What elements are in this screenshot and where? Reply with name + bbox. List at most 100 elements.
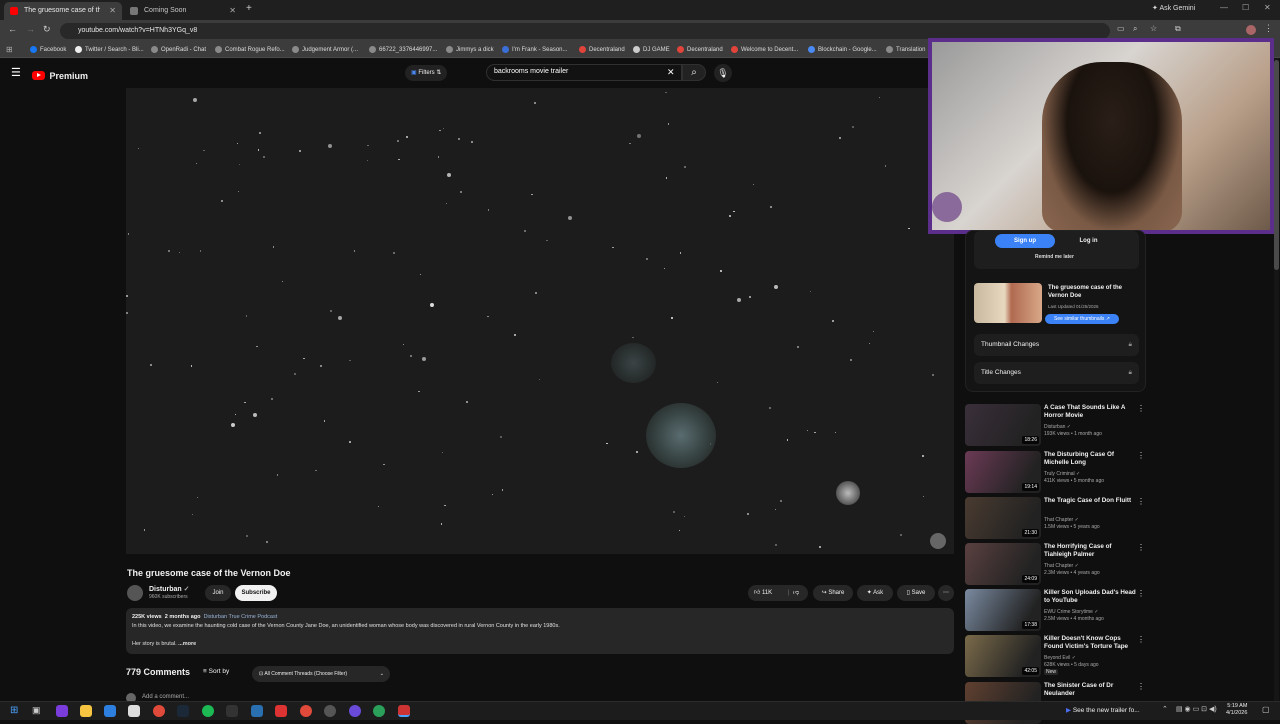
recommendation-item[interactable]: 21:30 The Tragic Case of Don Fluitt That C… [965,497,1145,539]
more-icon[interactable]: ⋮ [1137,451,1145,460]
share-button[interactable]: ↪ Share [813,585,853,601]
close-icon[interactable]: ✕ [229,2,236,20]
windows-start-icon[interactable]: ⊞ [10,705,18,716]
app-icon[interactable] [324,705,336,717]
task-view-icon[interactable]: ▣ [32,705,41,716]
bookmark-item[interactable]: Welcome to Decent... [731,42,798,58]
video-thumbnail[interactable]: 24:09 [965,543,1041,585]
thumbnail-changes-row[interactable]: Thumbnail Changes 🔒︎ [974,334,1139,356]
podcast-link[interactable]: Disturban True Crime Podcast [204,614,278,620]
steam-icon[interactable] [177,705,189,717]
recommendation-item[interactable]: 19:14 The Disturbing Case Of Michelle Lon… [965,451,1145,493]
similar-thumbnails-button[interactable]: See similar thumbnails ↗ [1045,314,1119,324]
video-thumbnail[interactable]: 17:38 [965,589,1041,631]
sort-button[interactable]: ≡ Sort by [203,668,229,675]
star-icon[interactable]: ☆ [1150,24,1157,33]
zoom-icon[interactable]: ⌕ [1133,24,1137,34]
recommendation-item[interactable]: 18:26 A Case That Sounds Like A Horror Mo… [965,404,1145,446]
ask-gemini-button[interactable]: ✦ Ask Gemini [1152,4,1195,12]
tray-chevron-icon[interactable]: ⌃ [1162,705,1168,713]
apps-icon[interactable]: ⊞ [6,45,13,54]
join-button[interactable]: Join [205,585,231,601]
video-player[interactable] [126,88,954,554]
profile-avatar[interactable] [1246,25,1256,35]
channel-name[interactable]: Disturban ✓ [149,585,190,593]
cast-icon[interactable]: ▭ [1117,24,1125,33]
more-actions-button[interactable]: ⋯ [938,585,954,601]
recommendation-title[interactable]: The Sinister Case of Dr Neulander [1044,682,1136,698]
more-icon[interactable]: ⋮ [1137,635,1145,644]
dislike-button[interactable]: 👎︎ [793,585,799,601]
forward-icon[interactable]: → [26,24,35,34]
scrollbar-thumb[interactable] [1274,60,1279,270]
bookmark-item[interactable]: Translation [886,42,925,58]
more-icon[interactable]: ⋮ [1137,497,1145,506]
app-icon[interactable] [275,705,287,717]
taskbar-notification[interactable]: ▶ See the new trailer fo... [1066,706,1140,714]
video-thumbnail[interactable]: 42:05 [965,635,1041,677]
bookmark-item[interactable]: I'm Frank - Season... [502,42,568,58]
bookmark-item[interactable]: 66722_3376446997... [369,42,437,58]
recommendation-channel[interactable]: Beyond Evil ✓ [1044,655,1076,661]
video-thumbnail[interactable]: 19:14 [965,451,1041,493]
recommendation-channel[interactable]: That Chapter ✓ [1044,517,1079,523]
more-icon[interactable]: ⋮ [1137,543,1145,552]
subscribe-button[interactable]: Subscribe [235,585,277,601]
minimize-icon[interactable]: — [1220,3,1228,12]
copilot-icon[interactable] [56,705,68,717]
bookmark-item[interactable]: Combat Rogue Refo... [215,42,285,58]
signup-button[interactable]: Sign up [995,234,1055,248]
recommendation-item[interactable]: 42:05 Killer Doesn't Know Cops Found Vict… [965,635,1145,677]
more-icon[interactable]: ⋮ [1137,404,1145,413]
filters-button[interactable]: ▣ Filters ⇅ [405,65,448,81]
ask-button[interactable]: ✦ Ask [857,585,893,601]
video-thumbnail[interactable]: 21:30 [965,497,1041,539]
title-changes-row[interactable]: Title Changes 🔒︎ [974,362,1139,384]
extensions-icon[interactable]: ⧉ [1175,24,1181,34]
close-window-icon[interactable]: ✕ [1264,3,1271,12]
recommendation-item[interactable]: 17:38 Killer Son Uploads Dad's Head to Yo… [965,589,1145,631]
save-button[interactable]: ▯ Save [897,585,935,601]
url-input[interactable]: youtube.com/watch?v=HTNh3YGq_v8 [60,23,1110,39]
new-tab-button[interactable]: + [246,3,252,14]
reload-icon[interactable]: ↻ [43,24,51,35]
bookmark-item[interactable]: Jimmys a dick [446,42,494,58]
recommendation-title[interactable]: The Tragic Case of Don Fluitt [1044,497,1136,505]
recommendation-channel[interactable]: Disturban ✓ [1044,424,1071,430]
close-icon[interactable]: ✕ [109,2,116,20]
chrome-icon[interactable] [300,705,312,717]
remind-later-link[interactable]: Remind me later [1035,254,1074,260]
chrome-icon[interactable] [153,705,165,717]
tab-coming-soon[interactable]: Coming Soon ✕ [124,2,242,20]
maximize-icon[interactable]: ☐ [1242,3,1249,12]
thumbnail-preview[interactable] [974,283,1042,323]
bookmark-item[interactable]: Decentraland [677,42,723,58]
recommendation-title[interactable]: Killer Doesn't Know Cops Found Victim's … [1044,635,1136,651]
notification-center-icon[interactable]: ▢ [1262,705,1270,714]
recommendation-channel[interactable]: EWU Crime Storytime ✓ [1044,609,1099,615]
back-icon[interactable]: ← [8,24,17,34]
clock[interactable]: 5:19 AM 4/1/2026 [1226,703,1247,717]
app-icon[interactable] [251,705,263,717]
more-link[interactable]: ...more [178,641,196,647]
recommendation-title[interactable]: The Disturbing Case Of Michelle Long [1044,451,1136,467]
recommendation-title[interactable]: Killer Son Uploads Dad's Head to YouTube [1044,589,1136,605]
clear-search-icon[interactable]: ✕ [667,67,675,78]
comment-filter-dropdown[interactable]: ⊡ All Comment Threads (Choose Filter) ⌄ [252,666,390,682]
app-icon[interactable] [226,705,238,717]
more-icon[interactable]: ⋮ [1137,682,1145,691]
bookmark-item[interactable]: Judgement Armor (... [292,42,358,58]
more-icon[interactable]: ⋮ [1137,589,1145,598]
active-app-icon[interactable] [398,705,410,717]
tray-icons[interactable]: ▤ ◉ ▭ ⊡ ◀) [1176,705,1217,713]
like-button[interactable]: 👍︎ 11K [754,590,772,596]
app-icon[interactable] [373,705,385,717]
add-comment-input[interactable]: Add a comment... [142,694,189,700]
recommendation-title[interactable]: A Case That Sounds Like A Horror Movie [1044,404,1136,420]
bookmark-item[interactable]: Blockchain - Google... [808,42,877,58]
menu-icon[interactable]: ⋮ [1264,23,1273,34]
youtube-logo[interactable]: Premium [32,67,88,85]
search-button[interactable]: ⌕ [682,64,706,81]
recommendation-title[interactable]: The Horrifying Case of Tiahleigh Palmer [1044,543,1136,559]
video-thumbnail[interactable]: 18:26 [965,404,1041,446]
